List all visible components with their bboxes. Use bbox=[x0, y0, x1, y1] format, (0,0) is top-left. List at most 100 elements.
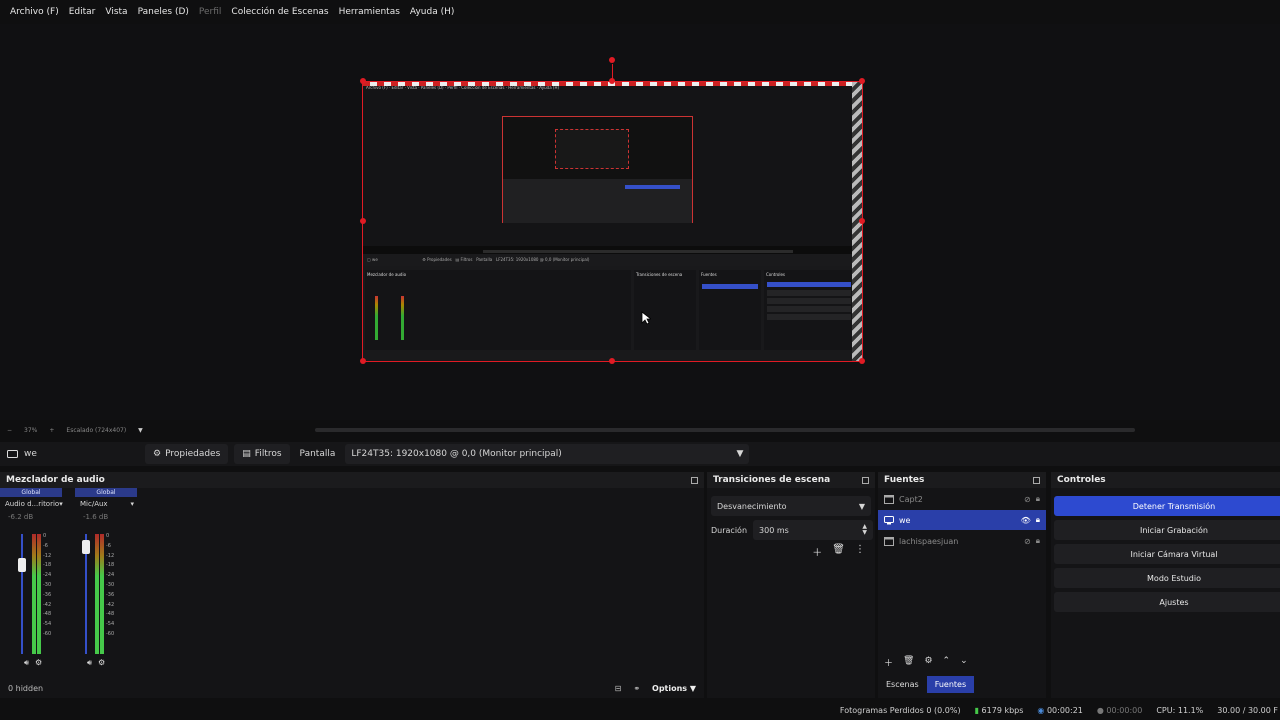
resize-handle-b[interactable] bbox=[609, 358, 615, 364]
properties-button[interactable]: ⚙ Propiedades bbox=[145, 444, 229, 464]
zoom-out-button[interactable]: − bbox=[7, 427, 12, 434]
audio-mixer-footer: 0 hidden ⊟ ⚭ Options ▼ bbox=[0, 678, 704, 698]
channel-name-menu[interactable]: Audio d...ritorio ▾ bbox=[0, 500, 63, 508]
menu-docks[interactable]: Paneles (D) bbox=[133, 7, 194, 17]
channel-db: -6.2 dB bbox=[8, 513, 34, 521]
lock-icon[interactable]: 🔒︎ bbox=[1036, 515, 1040, 525]
audio-mixer-dock: Mezclador de audio Global Audio d...rito… bbox=[0, 472, 704, 698]
stream-time-status: ◉ 00:00:21 bbox=[1037, 706, 1082, 715]
scaling-dropdown-icon[interactable]: ▼ bbox=[138, 427, 143, 434]
rec-time: 00:00:00 bbox=[1106, 705, 1143, 715]
speaker-icon[interactable]: 🔊︎ bbox=[24, 658, 29, 668]
vu-scale-tick: -48 bbox=[106, 611, 115, 618]
undock-icon[interactable] bbox=[691, 476, 698, 484]
nested-mixer-title: Mezclador de audio bbox=[367, 272, 407, 277]
transition-actions: ＋ 🗑︎ ⋮ bbox=[812, 544, 865, 559]
eye-hidden-icon[interactable]: ⊘ bbox=[1024, 495, 1031, 504]
duration-spinbox[interactable]: 300 ms ▲ ▼ bbox=[753, 520, 874, 540]
trash-icon[interactable]: 🗑︎ bbox=[832, 544, 845, 559]
chevron-down-icon: ▼ bbox=[858, 501, 865, 511]
vu-scale-tick: -24 bbox=[43, 572, 52, 579]
resize-handle-tr[interactable] bbox=[859, 78, 865, 84]
volume-slider[interactable] bbox=[21, 534, 23, 654]
vu-scale-tick: -6 bbox=[43, 542, 48, 549]
source-item[interactable]: Capt2 ⊘ 🔒︎ bbox=[878, 489, 1046, 509]
tab-sources[interactable]: Fuentes bbox=[926, 676, 975, 693]
resize-handle-t[interactable] bbox=[609, 78, 615, 84]
move-down-icon[interactable]: ⌄ bbox=[960, 656, 968, 669]
scene-transitions-header: Transiciones de escena bbox=[707, 472, 875, 488]
undock-icon[interactable] bbox=[862, 476, 869, 484]
vu-scale: 0 -6 -12 -18 -24 -30 -36 -42 -48 -54 -60 bbox=[106, 532, 114, 640]
studio-mode-button[interactable]: Modo Estudio bbox=[1054, 568, 1280, 588]
channel-name-menu[interactable]: Mic/Aux ▾ bbox=[75, 500, 137, 508]
tab-scenes[interactable]: Escenas bbox=[878, 676, 927, 693]
menu-view[interactable]: Vista bbox=[100, 7, 132, 17]
lock-icon[interactable]: 🔒︎ bbox=[1036, 494, 1040, 504]
sources-dock: Fuentes Capt2 ⊘ 🔒︎ we 👁︎ 🔒︎ lachispaesju… bbox=[878, 472, 1046, 698]
gear-icon: ⚙ bbox=[153, 449, 162, 459]
display-select[interactable]: LF24T35: 1920x1080 @ 0,0 (Monitor princi… bbox=[345, 444, 750, 464]
settings-button[interactable]: Ajustes bbox=[1054, 592, 1280, 612]
gear-icon[interactable]: ⚙ bbox=[924, 656, 932, 669]
nested-source-toolbar: ▢ we ⚙ Propiedades ▤ Filtros Pantalla LF… bbox=[363, 254, 862, 266]
volume-slider-knob[interactable] bbox=[18, 558, 26, 572]
record-icon: ● bbox=[1096, 705, 1104, 715]
menu-scene-collection[interactable]: Colección de Escenas bbox=[226, 7, 333, 17]
nested-mini-highlight bbox=[625, 185, 680, 189]
move-up-icon[interactable]: ⌃ bbox=[943, 656, 951, 669]
preview-horizontal-scrollbar[interactable] bbox=[315, 428, 1135, 432]
vu-scale-tick: -36 bbox=[43, 591, 52, 598]
resize-handle-l[interactable] bbox=[360, 218, 366, 224]
filters-button[interactable]: ▤ Filtros bbox=[234, 444, 290, 464]
selected-source-name: we bbox=[24, 449, 37, 459]
resize-handle-bl[interactable] bbox=[360, 358, 366, 364]
source-item[interactable]: lachispaesjuan ⊘ 🔒︎ bbox=[878, 531, 1046, 551]
mixer-channel-desktop: Global Audio d...ritorio ▾ -6.2 dB 0 -6 … bbox=[0, 488, 63, 674]
source-item-selected[interactable]: we 👁︎ 🔒︎ bbox=[878, 510, 1046, 530]
add-icon[interactable]: ＋ bbox=[884, 656, 893, 669]
eye-icon[interactable]: 👁︎ bbox=[1021, 516, 1031, 525]
stop-streaming-button[interactable]: Detener Transmisión bbox=[1054, 496, 1280, 516]
zoom-percent: 37% bbox=[24, 426, 38, 434]
menu-tools[interactable]: Herramientas bbox=[334, 7, 405, 17]
add-icon[interactable]: ＋ bbox=[812, 544, 822, 559]
menu-help[interactable]: Ayuda (H) bbox=[405, 7, 459, 17]
options-button[interactable]: Options ▼ bbox=[652, 684, 696, 693]
undock-icon[interactable] bbox=[1033, 476, 1040, 484]
resize-handle-br[interactable] bbox=[859, 358, 865, 364]
zoom-in-button[interactable]: + bbox=[49, 427, 54, 434]
mixer-channel-mic: Global Mic/Aux ▾ -1.6 dB 0 -6 -12 -18 -2… bbox=[75, 488, 137, 674]
transition-select[interactable]: Desvanecimiento ▼ bbox=[711, 496, 871, 516]
more-vertical-icon[interactable]: ⋮ bbox=[855, 544, 865, 559]
preview-canvas[interactable]: Archivo (F) · Editar · Vista · Paneles (… bbox=[0, 24, 1280, 420]
menu-file[interactable]: Archivo (F) bbox=[5, 7, 64, 17]
chevron-down-icon: ▾ bbox=[59, 500, 63, 508]
menu-edit[interactable]: Editar bbox=[64, 7, 101, 17]
link-icon[interactable]: ⚭ bbox=[633, 684, 640, 693]
speaker-icon[interactable]: 🔊︎ bbox=[87, 658, 92, 668]
rec-time-status: ● 00:00:00 bbox=[1097, 706, 1142, 715]
volume-slider-knob[interactable] bbox=[82, 540, 90, 554]
vu-scale-tick: 0 bbox=[43, 533, 47, 539]
source-name: lachispaesjuan bbox=[899, 536, 959, 546]
lock-icon[interactable]: 🔒︎ bbox=[1036, 536, 1040, 546]
spin-arrows-icon[interactable]: ▲ ▼ bbox=[862, 524, 867, 536]
start-virtual-camera-button[interactable]: Iniciar Cámara Virtual bbox=[1054, 544, 1280, 564]
rotation-handle[interactable] bbox=[609, 57, 615, 63]
chevron-down-icon: ▼ bbox=[736, 449, 744, 459]
chevron-down-icon: ▾ bbox=[130, 500, 134, 508]
resize-handle-tl[interactable] bbox=[360, 78, 366, 84]
resize-handle-r[interactable] bbox=[859, 218, 865, 224]
preview-source-display-capture[interactable]: Archivo (F) · Editar · Vista · Paneles (… bbox=[363, 82, 862, 361]
trash-icon[interactable]: 🗑︎ bbox=[903, 656, 914, 669]
gear-icon[interactable]: ⚙ bbox=[35, 658, 42, 668]
vu-scale-tick: -60 bbox=[43, 630, 52, 637]
dock-tabs: Escenas Fuentes bbox=[878, 676, 975, 693]
layout-toggle-icon[interactable]: ⊟ bbox=[615, 684, 622, 693]
start-recording-button[interactable]: Iniciar Grabación bbox=[1054, 520, 1280, 540]
eye-hidden-icon[interactable]: ⊘ bbox=[1024, 537, 1031, 546]
menu-profile[interactable]: Perfil bbox=[194, 7, 227, 17]
scene-transitions-title: Transiciones de escena bbox=[713, 475, 831, 485]
gear-icon[interactable]: ⚙ bbox=[98, 658, 105, 668]
